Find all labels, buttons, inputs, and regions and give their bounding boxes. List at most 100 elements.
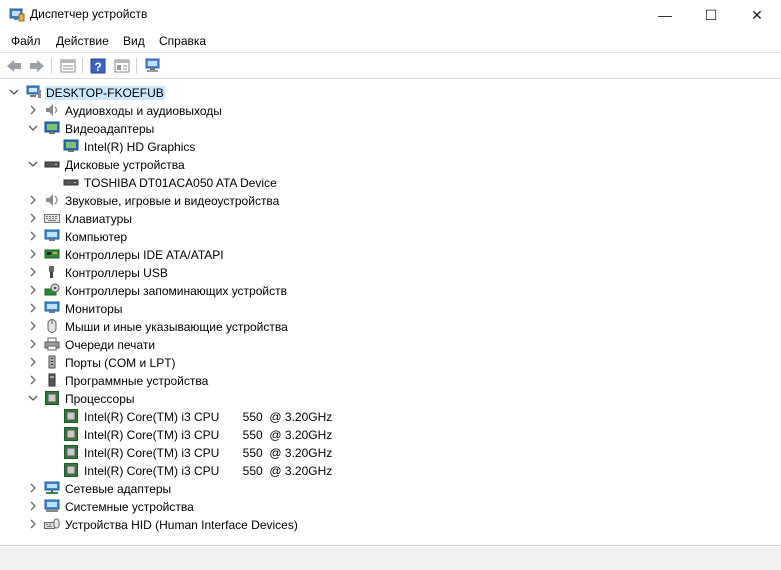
audio-io-icon bbox=[44, 103, 60, 117]
tree-node-print-queues[interactable]: Очереди печати bbox=[0, 335, 600, 353]
node-label: Мыши и иные указывающие устройства bbox=[65, 320, 288, 334]
tree-node-computer[interactable]: Компьютер bbox=[0, 227, 600, 245]
chevron-right-icon[interactable] bbox=[27, 374, 39, 386]
processor-icon bbox=[63, 463, 79, 477]
device-tree[interactable]: DESKTOP-FKOEFUB Аудиовходы и аудиовыходы… bbox=[0, 80, 781, 546]
tree-node-ports[interactable]: Порты (COM и LPT) bbox=[0, 353, 600, 371]
chevron-right-icon[interactable] bbox=[27, 518, 39, 530]
node-label: Сетевые адаптеры bbox=[65, 482, 172, 496]
chevron-right-icon[interactable] bbox=[27, 266, 39, 278]
processor-icon bbox=[63, 409, 79, 423]
maximize-button[interactable]: ☐ bbox=[688, 0, 734, 30]
port-icon bbox=[44, 355, 60, 369]
tree-node-software-devices[interactable]: Программные устройства bbox=[0, 371, 600, 389]
chevron-right-icon[interactable] bbox=[27, 194, 39, 206]
chevron-right-icon[interactable] bbox=[27, 230, 39, 242]
menu-bar: Файл Действие Вид Справка bbox=[0, 30, 781, 52]
processor-icon bbox=[44, 391, 60, 405]
chevron-right-icon[interactable] bbox=[27, 338, 39, 350]
root-label: DESKTOP-FKOEFUB bbox=[45, 86, 165, 100]
tree-node-mice[interactable]: Мыши и иные указывающие устройства bbox=[0, 317, 600, 335]
device-label: Intel(R) Core(TM) i3 CPU 550 @ 3.20GHz bbox=[84, 410, 333, 424]
svg-text:?: ? bbox=[94, 60, 101, 74]
display-adapter-icon bbox=[63, 139, 79, 153]
device-label: Intel(R) Core(TM) i3 CPU 550 @ 3.20GHz bbox=[84, 464, 333, 478]
chevron-down-icon[interactable] bbox=[27, 158, 39, 170]
tree-node-keyboards[interactable]: Клавиатуры bbox=[0, 209, 600, 227]
processor-icon bbox=[63, 427, 79, 441]
tree-device-intel-hd-graphics[interactable]: Intel(R) HD Graphics bbox=[0, 137, 600, 155]
back-icon[interactable] bbox=[4, 57, 24, 75]
node-label: Аудиовходы и аудиовыходы bbox=[65, 104, 222, 118]
tree-node-display-adapters[interactable]: Видеоадаптеры bbox=[0, 119, 600, 137]
tree-node-processors[interactable]: Процессоры bbox=[0, 389, 600, 407]
node-label: Программные устройства bbox=[65, 374, 209, 388]
chevron-right-icon[interactable] bbox=[27, 302, 39, 314]
tree-node-network-adapters[interactable]: Сетевые адаптеры bbox=[0, 479, 600, 497]
chevron-right-icon[interactable] bbox=[27, 320, 39, 332]
node-label: Звуковые, игровые и видеоустройства bbox=[65, 194, 280, 208]
device-label: TOSHIBA DT01ACA050 ATA Device bbox=[84, 176, 277, 190]
system-device-icon bbox=[44, 499, 60, 513]
node-label: Компьютер bbox=[65, 230, 128, 244]
menu-action[interactable]: Действие bbox=[56, 34, 109, 48]
tree-device-toshiba-disk[interactable]: TOSHIBA DT01ACA050 ATA Device bbox=[0, 173, 600, 191]
forward-icon[interactable] bbox=[27, 57, 47, 75]
tree-node-storage-controllers[interactable]: Контроллеры запоминающих устройств bbox=[0, 281, 600, 299]
chevron-down-icon[interactable] bbox=[8, 86, 20, 98]
chevron-right-icon[interactable] bbox=[27, 284, 39, 296]
node-label: Контроллеры запоминающих устройств bbox=[65, 284, 287, 298]
close-button[interactable]: ✕ bbox=[734, 0, 780, 30]
title-bar: Диспетчер устройств — ☐ ✕ bbox=[0, 0, 781, 30]
minimize-button[interactable]: — bbox=[642, 0, 688, 30]
chevron-right-icon[interactable] bbox=[27, 482, 39, 494]
scan-hardware-icon[interactable] bbox=[143, 57, 163, 75]
menu-view[interactable]: Вид bbox=[123, 34, 145, 48]
node-label: Видеоадаптеры bbox=[65, 122, 155, 136]
chevron-right-icon[interactable] bbox=[27, 356, 39, 368]
tree-node-disk-drives[interactable]: Дисковые устройства bbox=[0, 155, 600, 173]
chevron-down-icon[interactable] bbox=[27, 392, 39, 404]
node-label: Очереди печати bbox=[65, 338, 156, 352]
tree-node-sound[interactable]: Звуковые, игровые и видеоустройства bbox=[0, 191, 600, 209]
tree-device-cpu[interactable]: Intel(R) Core(TM) i3 CPU 550 @ 3.20GHz bbox=[0, 443, 600, 461]
tree-node-audio-io[interactable]: Аудиовходы и аудиовыходы bbox=[0, 101, 600, 119]
node-label: Мониторы bbox=[65, 302, 123, 316]
ide-controller-icon bbox=[44, 247, 60, 261]
tree-device-cpu[interactable]: Intel(R) Core(TM) i3 CPU 550 @ 3.20GHz bbox=[0, 425, 600, 443]
menu-help[interactable]: Справка bbox=[159, 34, 206, 48]
menu-file[interactable]: Файл bbox=[11, 34, 41, 48]
software-device-icon bbox=[44, 373, 60, 387]
toolbar-separator bbox=[51, 58, 52, 74]
node-label: Системные устройства bbox=[65, 500, 194, 514]
properties-icon[interactable] bbox=[58, 57, 78, 75]
network-adapter-icon bbox=[44, 481, 60, 495]
storage-controller-icon bbox=[44, 283, 60, 297]
node-label: Процессоры bbox=[65, 392, 135, 406]
tree-node-usb-controllers[interactable]: Контроллеры USB bbox=[0, 263, 600, 281]
tree-device-cpu[interactable]: Intel(R) Core(TM) i3 CPU 550 @ 3.20GHz bbox=[0, 407, 600, 425]
chevron-right-icon[interactable] bbox=[27, 212, 39, 224]
toolbar: ? bbox=[0, 52, 781, 79]
tree-root[interactable]: DESKTOP-FKOEFUB bbox=[0, 83, 600, 101]
tree-node-system-devices[interactable]: Системные устройства bbox=[0, 497, 600, 515]
view-icon[interactable] bbox=[112, 57, 132, 75]
monitor-icon bbox=[44, 301, 60, 315]
chevron-right-icon[interactable] bbox=[27, 500, 39, 512]
tree-device-cpu[interactable]: Intel(R) Core(TM) i3 CPU 550 @ 3.20GHz bbox=[0, 461, 600, 479]
tree-node-hid[interactable]: Устройства HID (Human Interface Devices) bbox=[0, 515, 600, 533]
node-label: Устройства HID (Human Interface Devices) bbox=[65, 518, 298, 532]
device-label: Intel(R) Core(TM) i3 CPU 550 @ 3.20GHz bbox=[84, 446, 333, 460]
node-label: Дисковые устройства bbox=[65, 158, 185, 172]
mouse-icon bbox=[44, 319, 60, 333]
display-adapter-icon bbox=[44, 121, 60, 135]
chevron-right-icon[interactable] bbox=[27, 248, 39, 260]
node-label: Порты (COM и LPT) bbox=[65, 356, 176, 370]
chevron-right-icon[interactable] bbox=[27, 104, 39, 116]
computer-icon bbox=[44, 229, 60, 243]
device-label: Intel(R) Core(TM) i3 CPU 550 @ 3.20GHz bbox=[84, 428, 333, 442]
help-icon[interactable]: ? bbox=[88, 57, 108, 75]
chevron-down-icon[interactable] bbox=[27, 122, 39, 134]
tree-node-ide-controllers[interactable]: Контроллеры IDE ATA/ATAPI bbox=[0, 245, 600, 263]
tree-node-monitors[interactable]: Мониторы bbox=[0, 299, 600, 317]
